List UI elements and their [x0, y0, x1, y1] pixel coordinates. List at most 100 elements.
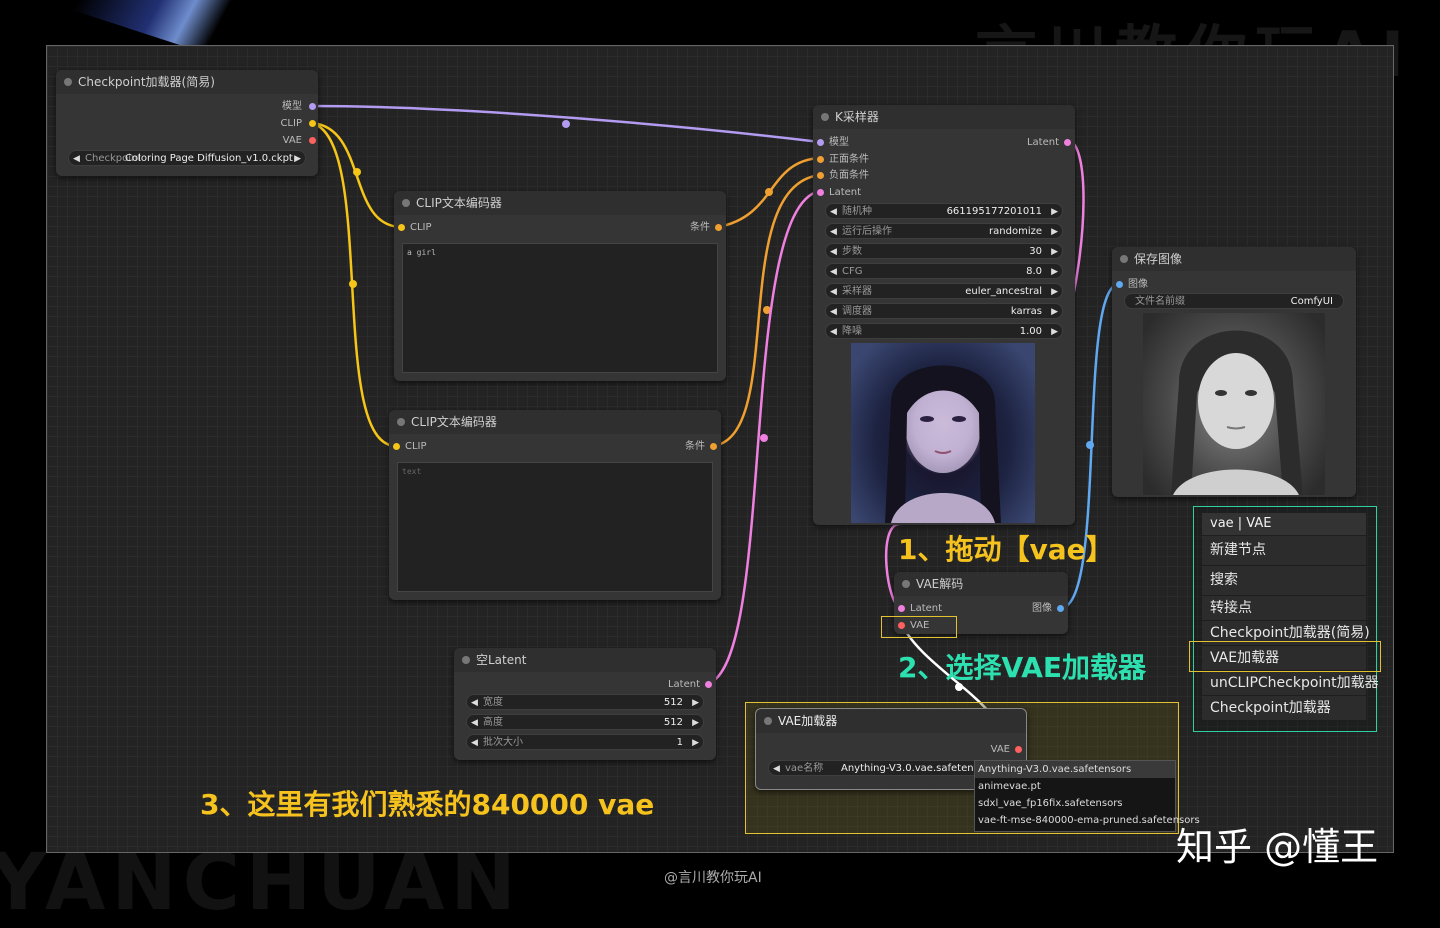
port-model-out[interactable] — [309, 103, 316, 110]
right-arrow-icon[interactable]: ▶ — [692, 715, 699, 729]
port-vae-out[interactable] — [309, 137, 316, 144]
menu-item-unclip-checkpoint[interactable]: unCLIPCheckpoint加载器 — [1202, 671, 1379, 696]
port-image-out[interactable] — [1057, 605, 1064, 612]
left-arrow-icon[interactable]: ◀ — [830, 264, 837, 278]
right-arrow-icon[interactable]: ▶ — [294, 151, 301, 165]
port-cond-out[interactable] — [710, 443, 717, 450]
node-save-image[interactable]: 保存图像 图像 文件名前缀 ComfyUI — [1112, 247, 1356, 497]
widget-batch-size[interactable]: ◀ 批次大小 1 ▶ — [466, 734, 704, 750]
node-title[interactable]: 空Latent — [454, 648, 716, 672]
port-cond-out[interactable] — [715, 224, 722, 231]
dropdown-item[interactable]: animevae.pt — [975, 778, 1175, 795]
node-title[interactable]: CLIP文本编码器 — [394, 191, 726, 215]
vae-dropdown-list[interactable]: Anything-V3.0.vae.safetensors animevae.p… — [974, 760, 1200, 832]
negative-prompt-textarea[interactable]: text — [397, 462, 713, 592]
left-arrow-icon[interactable]: ◀ — [471, 735, 478, 749]
widget-scheduler[interactable]: ◀ 调度器 karras ▶ — [825, 303, 1063, 319]
node-clip-text-encode-positive[interactable]: CLIP文本编码器 CLIP 条件 a girl — [394, 191, 726, 381]
clip-pos-title: CLIP文本编码器 — [416, 196, 502, 210]
right-arrow-icon[interactable]: ▶ — [1051, 264, 1058, 278]
left-arrow-icon[interactable]: ◀ — [830, 224, 837, 238]
port-latent-out[interactable] — [705, 681, 712, 688]
left-arrow-icon[interactable]: ◀ — [830, 324, 837, 338]
dropdown-item[interactable]: Anything-V3.0.vae.safetensors — [975, 761, 1175, 778]
port-cond-label: 条件 — [690, 222, 710, 233]
node-title[interactable]: K采样器 — [813, 105, 1075, 129]
node-title[interactable]: CLIP文本编码器 — [389, 410, 721, 434]
node-title[interactable]: Checkpoint加载器(简易) — [56, 70, 318, 94]
port-positive-in[interactable] — [817, 156, 824, 163]
wire-image-midpoint — [1086, 441, 1094, 449]
vae-decode-title: VAE解码 — [916, 577, 964, 591]
node-checkpoint-loader[interactable]: Checkpoint加载器(简易) 模型 CLIP VAE ◀ Checkpoi… — [56, 70, 318, 176]
left-arrow-icon[interactable]: ◀ — [830, 204, 837, 218]
node-title[interactable]: VAE解码 — [894, 572, 1068, 596]
widget-control-after[interactable]: ◀ 运行后操作 randomize ▶ — [825, 223, 1063, 239]
port-clip-in[interactable] — [393, 443, 400, 450]
widget-denoise[interactable]: ◀ 降噪 1.00 ▶ — [825, 323, 1063, 339]
widget-steps[interactable]: ◀ 步数 30 ▶ — [825, 243, 1063, 259]
port-latent-label: Latent — [829, 187, 862, 198]
right-arrow-icon[interactable]: ▶ — [1051, 324, 1058, 338]
menu-item-new-node[interactable]: 新建节点 — [1202, 536, 1366, 566]
port-clip-out[interactable] — [309, 120, 316, 127]
wire-model-midpoint — [562, 120, 570, 128]
widget-label: 步数 — [842, 246, 862, 257]
widget-value: 8.0 — [1026, 266, 1042, 277]
menu-search-input[interactable]: vae | VAE — [1202, 513, 1366, 536]
right-arrow-icon[interactable]: ▶ — [1051, 304, 1058, 318]
menu-item-reroute[interactable]: 转接点 — [1202, 596, 1366, 621]
widget-seed[interactable]: ◀ 随机种 661195177201011 ▶ — [825, 203, 1063, 219]
menu-item-checkpoint[interactable]: Checkpoint加载器 — [1202, 696, 1366, 721]
left-arrow-icon[interactable]: ◀ — [73, 151, 80, 165]
right-arrow-icon[interactable]: ▶ — [1051, 224, 1058, 238]
node-clip-text-encode-negative[interactable]: CLIP文本编码器 CLIP 条件 text — [389, 410, 721, 600]
left-arrow-icon[interactable]: ◀ — [830, 244, 837, 258]
port-latent-in[interactable] — [817, 189, 824, 196]
port-vae-out[interactable] — [1015, 746, 1022, 753]
preview-image — [851, 343, 1035, 523]
port-clip-in[interactable] — [398, 224, 405, 231]
prompt-textarea[interactable]: a girl — [402, 243, 718, 373]
node-title[interactable]: 保存图像 — [1112, 247, 1356, 271]
right-arrow-icon[interactable]: ▶ — [1051, 284, 1058, 298]
right-arrow-icon[interactable]: ▶ — [1051, 204, 1058, 218]
dropdown-item[interactable]: vae-ft-mse-840000-ema-pruned.safetensors — [975, 812, 1200, 829]
vae-loader-menu-highlight — [1189, 641, 1381, 672]
left-arrow-icon[interactable]: ◀ — [830, 284, 837, 298]
watermark-center: @言川教你玩AI — [664, 870, 762, 886]
save-title: 保存图像 — [1134, 252, 1183, 266]
node-empty-latent[interactable]: 空Latent Latent ◀ 宽度 512 ▶ ◀ 高度 512 ▶ ◀ 批… — [454, 648, 716, 760]
widget-sampler[interactable]: ◀ 采样器 euler_ancestral ▶ — [825, 283, 1063, 299]
left-arrow-icon[interactable]: ◀ — [471, 695, 478, 709]
node-search-menu[interactable]: vae | VAE 新建节点 搜索 转接点 Checkpoint加载器(简易) … — [1193, 506, 1379, 732]
port-latent-in[interactable] — [898, 605, 905, 612]
vae-port-highlight — [881, 616, 957, 638]
port-image-in[interactable] — [1116, 281, 1123, 288]
node-canvas[interactable]: Checkpoint加载器(简易) 模型 CLIP VAE ◀ Checkpoi… — [46, 45, 1394, 853]
shoulders — [891, 493, 995, 523]
port-model-in[interactable] — [817, 139, 824, 146]
menu-item-search[interactable]: 搜索 — [1202, 566, 1366, 596]
node-title[interactable]: VAE加载器 — [756, 709, 1026, 733]
dropdown-item[interactable]: sdxl_vae_fp16fix.safetensors — [975, 795, 1175, 812]
port-latent-out[interactable] — [1064, 139, 1071, 146]
widget-width[interactable]: ◀ 宽度 512 ▶ — [466, 694, 704, 710]
port-latent-out-label: Latent — [1026, 137, 1059, 148]
left-arrow-icon[interactable]: ◀ — [773, 761, 780, 775]
port-model-label: 模型 — [282, 101, 302, 112]
port-negative-in[interactable] — [817, 172, 824, 179]
right-arrow-icon[interactable]: ▶ — [1051, 244, 1058, 258]
left-arrow-icon[interactable]: ◀ — [830, 304, 837, 318]
widget-value: 512 — [663, 717, 683, 728]
right-arrow-icon[interactable]: ▶ — [692, 735, 699, 749]
left-arrow-icon[interactable]: ◀ — [471, 715, 478, 729]
annotation-step3: 3、这里有我们熟悉的840000 vae — [200, 788, 655, 821]
right-arrow-icon[interactable]: ▶ — [692, 695, 699, 709]
widget-height[interactable]: ◀ 高度 512 ▶ — [466, 714, 704, 730]
widget-filename-prefix[interactable]: 文件名前缀 ComfyUI — [1124, 293, 1344, 309]
widget-label: 宽度 — [483, 697, 503, 708]
ckpt-name-widget[interactable]: ◀ Checkpoint Coloring Page Diffusion_v1.… — [68, 150, 306, 166]
widget-cfg[interactable]: ◀ CFG 8.0 ▶ — [825, 263, 1063, 279]
node-ksampler[interactable]: K采样器 模型 正面条件 负面条件 Latent Latent ◀ 随机种 66… — [813, 105, 1075, 525]
